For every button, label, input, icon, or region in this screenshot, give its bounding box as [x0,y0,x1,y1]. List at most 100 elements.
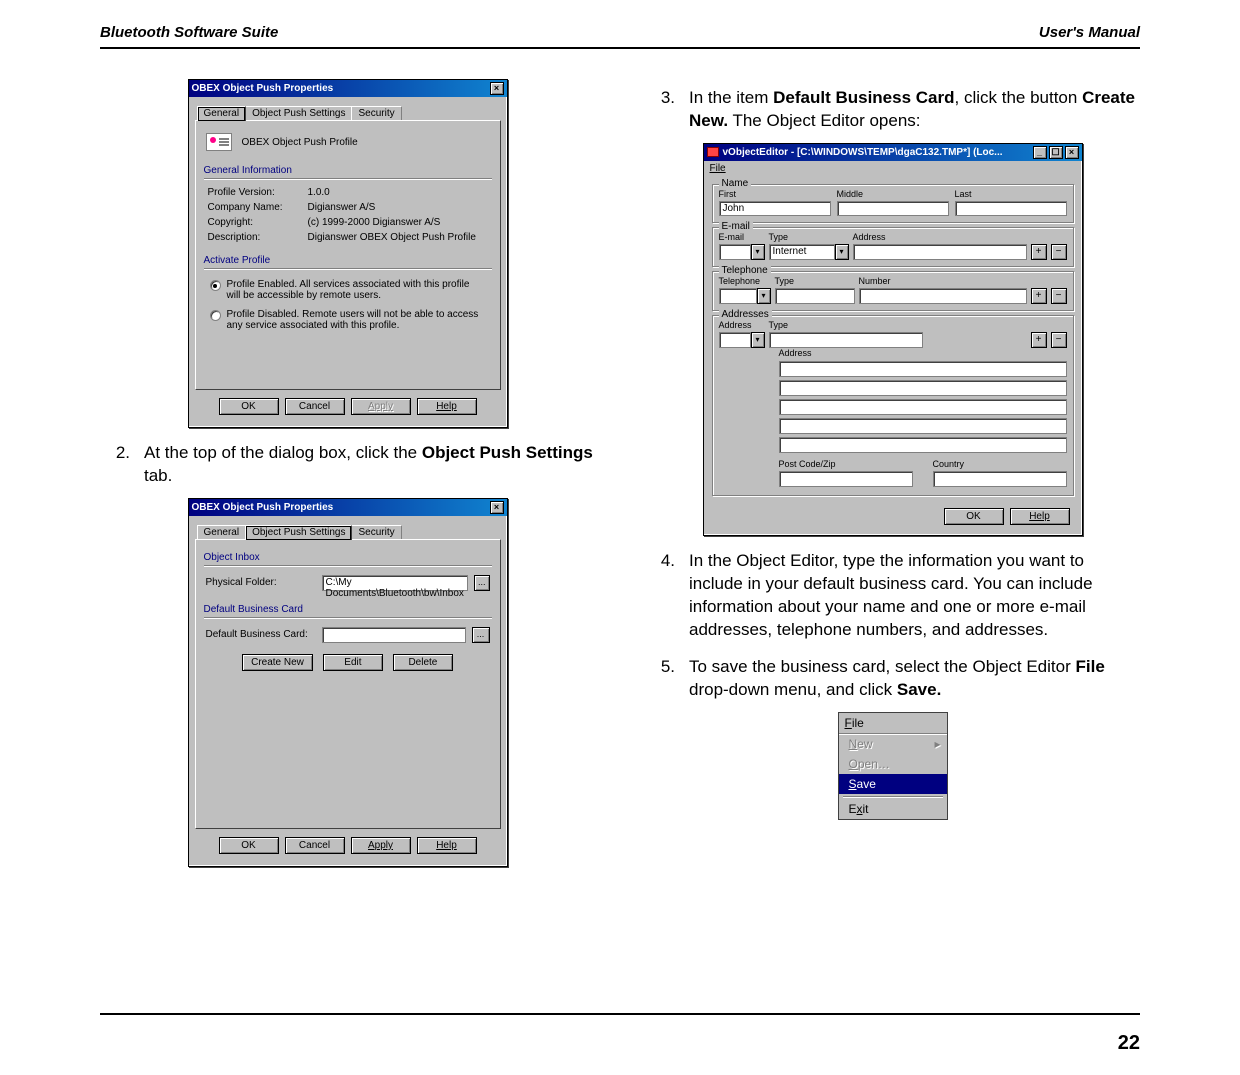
header-right: User's Manual [1039,24,1140,41]
middle-name-input[interactable] [837,201,949,216]
radio-profile-disabled-label: Profile Disabled. Remote users will not … [227,309,486,331]
address-line-input[interactable] [779,418,1067,434]
physical-folder-input[interactable]: C:\My Documents\Bluetooth\bw\Inbox [322,575,468,591]
minimize-icon[interactable]: _ [1033,146,1047,159]
telephone-index-input[interactable] [719,288,757,304]
step-2: 2. At the top of the dialog box, click t… [100,442,595,488]
ok-button[interactable]: OK [944,508,1004,525]
email-type-input[interactable]: Internet [769,244,835,260]
tab-object-push-settings[interactable]: Object Push Settings [245,525,352,540]
tab-security[interactable]: Security [351,525,401,539]
tab-general[interactable]: General [197,525,247,539]
close-icon[interactable]: × [1065,146,1079,159]
dialog-title: OBEX Object Push Properties [192,83,488,94]
group-addresses: Addresses [719,309,772,320]
menu-item-new[interactable]: New▸ [839,734,947,754]
email-address-input[interactable] [853,244,1027,260]
header-left: Bluetooth Software Suite [100,24,278,41]
menu-item-open[interactable]: Open… [839,754,947,774]
label-type: Type [769,320,1027,330]
ok-button[interactable]: OK [219,398,279,415]
cancel-button[interactable]: Cancel [285,398,345,415]
label-email: E-mail [719,232,765,242]
tab-general[interactable]: General [197,106,247,121]
label-physical-folder: Physical Folder: [206,577,316,588]
address-type-input[interactable] [769,332,924,348]
label-telephone: Telephone [719,276,771,286]
add-button[interactable]: + [1031,244,1047,260]
help-button[interactable]: Help [417,398,477,415]
profile-label: OBEX Object Push Profile [242,137,358,148]
help-button[interactable]: Help [1010,508,1070,525]
create-new-button[interactable]: Create New [242,654,313,671]
default-business-card-input[interactable] [322,627,466,643]
close-icon[interactable]: × [490,501,504,514]
edit-button[interactable]: Edit [323,654,383,671]
first-name-input[interactable]: John [719,201,831,216]
tab-security[interactable]: Security [351,106,401,120]
address-line-input[interactable] [779,361,1067,377]
value-company: Digianswer A/S [308,202,488,213]
radio-profile-disabled[interactable] [210,310,221,321]
dialog-title: OBEX Object Push Properties [192,502,488,513]
telephone-type-input[interactable] [775,288,855,304]
label-description: Description: [208,232,308,243]
menu-item-save[interactable]: Save [839,774,947,794]
label-middle: Middle [837,189,949,199]
ok-button[interactable]: OK [219,837,279,854]
address-line-input[interactable] [779,399,1067,415]
label-postcode: Post Code/Zip [779,459,913,469]
delete-button[interactable]: Delete [393,654,453,671]
remove-button[interactable]: − [1051,288,1067,304]
browse-button[interactable]: ... [472,627,490,643]
label-type: Type [775,276,855,286]
vobject-editor-dialog: vObjectEditor - [C:\WINDOWS\TEMP\dgaC132… [703,143,1083,536]
country-input[interactable] [933,471,1067,487]
footer-rule [100,1013,1140,1015]
group-name: Name [719,178,752,189]
group-default-business-card: Default Business Card [204,604,492,615]
label-number: Number [859,276,1027,286]
dropdown-icon[interactable]: ▾ [751,332,765,348]
menu-separator [843,796,943,797]
step-4: 4. In the Object Editor, type the inform… [645,550,1140,642]
address-line-input[interactable] [779,437,1067,453]
menu-item-exit[interactable]: Exit [839,799,947,819]
close-icon[interactable]: × [490,82,504,95]
label-address-lines: Address [779,348,812,358]
tab-object-push-settings[interactable]: Object Push Settings [245,106,352,120]
apply-button[interactable]: Apply [351,837,411,854]
page-number: 22 [1118,1032,1140,1055]
label-country: Country [933,459,1067,469]
browse-button[interactable]: ... [474,575,490,591]
dropdown-icon[interactable]: ▾ [757,288,771,304]
help-button[interactable]: Help [417,837,477,854]
value-copyright: (c) 1999-2000 Digianswer A/S [308,217,488,228]
dropdown-icon[interactable]: ▾ [751,244,765,260]
cancel-button[interactable]: Cancel [285,837,345,854]
maximize-icon[interactable]: ☐ [1049,146,1063,159]
app-icon [707,147,719,157]
address-line-input[interactable] [779,380,1067,396]
header-rule [100,47,1140,49]
add-button[interactable]: + [1031,288,1047,304]
group-activate-profile: Activate Profile [204,255,492,266]
apply-button[interactable]: Apply [351,398,411,415]
menu-file[interactable]: File [704,161,1082,176]
address-index-input[interactable] [719,332,751,348]
postcode-input[interactable] [779,471,913,487]
remove-button[interactable]: − [1051,244,1067,260]
last-name-input[interactable] [955,201,1067,216]
telephone-number-input[interactable] [859,288,1027,304]
step-3: 3. In the item Default Business Card, cl… [645,87,1140,133]
email-index-input[interactable] [719,244,751,260]
group-email: E-mail [719,221,753,232]
menu-file[interactable]: File [839,713,947,734]
label-company: Company Name: [208,202,308,213]
remove-button[interactable]: − [1051,332,1067,348]
label-version: Profile Version: [208,187,308,198]
add-button[interactable]: + [1031,332,1047,348]
radio-profile-enabled[interactable] [210,280,221,291]
dropdown-icon[interactable]: ▾ [835,244,849,260]
file-menu-snippet: File New▸ Open… Save Exit [838,712,948,820]
